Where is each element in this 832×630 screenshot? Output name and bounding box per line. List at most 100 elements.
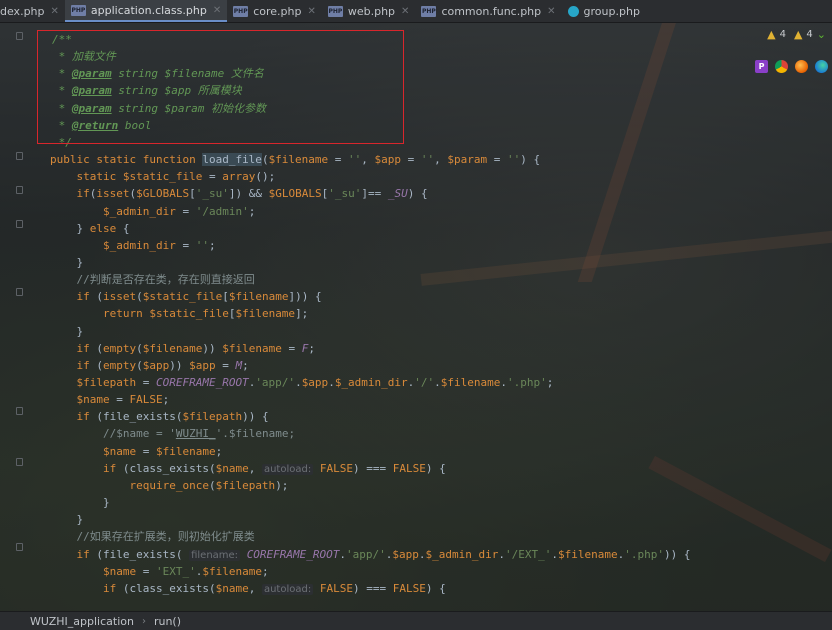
code-token: . [328,376,335,389]
code-line[interactable]: } else { [50,220,130,237]
code-token: load_file [202,153,262,167]
code-token: $_admin_dir [425,547,499,561]
code-token: if [50,341,97,355]
code-token: ; [308,341,315,355]
code-token: $filepath [182,410,243,424]
code-token: , [248,461,262,475]
code-line[interactable]: $name = FALSE; [50,391,169,408]
code-token: FALSE [319,581,353,595]
code-token: = [109,393,130,407]
code-token: $_admin_dir [334,376,408,389]
code-token: = [215,358,236,372]
code-line[interactable]: if (isset($static_file[$filename])) { [50,288,322,305]
code-token: )) { [242,410,269,424]
code-token: { [116,221,130,235]
code-token: empty [102,358,137,372]
code-token: if [50,547,97,561]
code-line[interactable]: if (file_exists( filename: COREFRAME_ROO… [50,546,690,563]
code-token: FALSE [392,581,426,595]
code-token: $filename [235,307,296,321]
code-token: //判断是否存在类，存在则直接返回 [50,273,255,287]
code-token: } [50,496,110,510]
code-line[interactable]: //$name = 'WUZHI_'.$filename; [50,425,295,442]
code-token: autoload: [261,583,314,595]
code-line[interactable]: //如果存在扩展类，则初始化扩展类 [50,528,255,545]
code-token: = [281,341,302,355]
code-line[interactable]: if (file_exists($filepath)) { [50,408,269,425]
code-token: ) === [352,581,393,595]
code-token: ) { [407,187,428,201]
code-token: = [175,238,196,252]
code-line[interactable]: if (class_exists($name, autoload: FALSE)… [50,580,446,597]
code-token: '.php' [624,547,664,561]
code-token: $filename [202,564,262,578]
code-line[interactable]: $name = $filename; [50,443,222,460]
code-token: $filename [228,290,289,304]
code-token: '_su' [195,187,229,201]
breadcrumb-method[interactable]: run() [154,615,181,628]
code-token: '/admin' [195,204,249,218]
code-token: $_admin_dir [50,204,176,218]
code-token: if [50,410,97,424]
code-line[interactable]: } [50,494,110,511]
code-token: $filename [268,153,329,167]
code-token: file_exists [102,410,176,424]
code-token: FALSE [129,393,163,407]
code-token: '' [348,153,362,167]
code-token: //$name = ' [50,427,176,441]
code-line[interactable]: $_admin_dir = '/admin'; [50,203,255,220]
chevron-right-icon: › [141,615,146,627]
code-token: $filename [222,341,282,355]
code-token: ]; [295,307,309,321]
code-token: $filepath [50,376,137,389]
code-line[interactable]: $name = 'EXT_'.$filename; [50,563,269,580]
code-line[interactable]: } [50,254,83,271]
code-token: $static_file [142,290,223,304]
code-line[interactable]: static $static_file = array(); [50,168,275,185]
code-token: static [50,170,123,184]
code-token: filename: [189,549,241,561]
code-line[interactable]: require_once($filepath); [50,477,288,494]
code-token: [ [222,290,229,304]
code-token: ) === [352,461,393,475]
code-token: ( [136,358,143,372]
code-token: ; [215,444,223,458]
code-token: //如果存在扩展类，则初始化扩展类 [50,530,255,544]
code-line[interactable]: } [50,323,83,340]
code-token: , [248,581,262,595]
code-token: $static_file [149,307,229,321]
code-token: , [434,153,448,167]
code-token: $_admin_dir [50,238,176,252]
code-token: FALSE [392,461,426,475]
code-token: $filename [440,376,501,389]
code-line[interactable]: if (class_exists($name, autoload: FALSE)… [50,460,446,477]
code-line[interactable]: public static function load_file($filena… [50,151,540,168]
code-line[interactable]: } [50,511,83,528]
code-token: 'app/' [255,376,296,389]
code-token: '/' [414,376,435,389]
code-token: class_exists [129,581,209,595]
code-token: autoload: [261,463,314,475]
code-token: $filename [558,547,618,561]
code-token: ])) { [288,290,322,304]
highlight-annotation-box [37,30,404,144]
code-line[interactable]: return $static_file[$filename]; [50,305,308,322]
code-line[interactable]: if (empty($filename)) $filename = F; [50,340,315,357]
code-token: ) { [520,153,541,167]
code-line[interactable]: if (empty($app)) $app = M; [50,357,248,374]
code-line[interactable]: $_admin_dir = ''; [50,237,216,254]
code-line[interactable]: //判断是否存在类，存在则直接返回 [50,271,255,288]
code-token: COREFRAME_ROOT [155,376,249,389]
code-token: $filepath [215,478,276,492]
code-token: . [295,376,302,389]
code-token: $name [50,393,110,407]
code-token: . [551,547,558,561]
breadcrumb-class[interactable]: WUZHI_application [30,615,134,628]
code-line[interactable]: if(isset($GLOBALS['_su']) && $GLOBALS['_… [50,185,428,202]
code-line[interactable]: $filepath = COREFRAME_ROOT.'app/'.$app.$… [50,374,553,391]
code-token: $app [301,376,329,389]
code-token: '.$filename; [215,427,296,441]
code-token: '' [507,153,521,167]
